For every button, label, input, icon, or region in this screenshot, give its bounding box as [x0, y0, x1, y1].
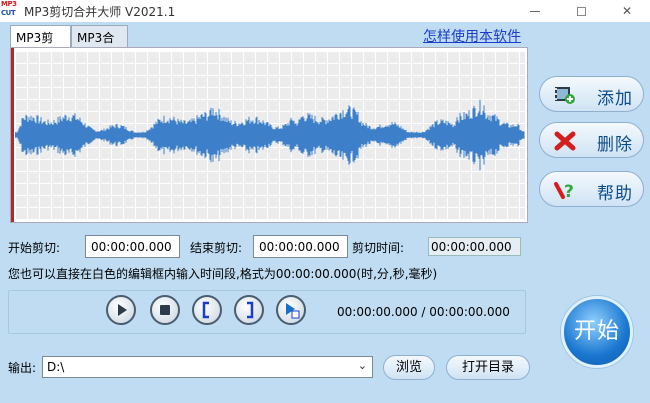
play-selection-button[interactable]: [276, 295, 306, 325]
start-button[interactable]: 开始: [561, 296, 633, 368]
maximize-icon: [576, 7, 586, 16]
help-link[interactable]: 怎样使用本软件: [423, 26, 521, 46]
minimize-button[interactable]: [512, 0, 558, 22]
cut-duration-label: 剪切时间:: [352, 241, 405, 255]
delete-button[interactable]: 删除: [539, 122, 644, 158]
stop-button[interactable]: [150, 295, 180, 325]
mark-end-icon: [247, 301, 254, 319]
open-directory-button[interactable]: 打开目录: [446, 355, 530, 380]
add-button[interactable]: 添加: [539, 76, 644, 112]
waveform-panel[interactable]: [10, 47, 528, 223]
time-format-hint: 您也可以直接在白色的编辑框内输入时间段,格式为00:00:00.000(时,分,…: [8, 267, 438, 281]
output-label: 输出:: [8, 361, 37, 375]
end-cut-label: 结束剪切:: [190, 241, 243, 255]
tab-mp3-merge[interactable]: MP3合并: [71, 25, 128, 62]
play-icon: [118, 304, 127, 316]
play-selection-icon: [286, 303, 300, 319]
tab-mp3-cut[interactable]: MP3剪切: [10, 25, 71, 62]
playhead-cursor[interactable]: [11, 48, 14, 222]
play-button[interactable]: [106, 295, 136, 325]
playback-time-display: 00:00:00.000 / 00:00:00.000: [337, 305, 510, 319]
film-add-icon: [555, 87, 575, 104]
app-logo-icon: MP3 CUT: [1, 0, 17, 17]
question-icon: ?: [554, 182, 574, 200]
mark-end-button[interactable]: [234, 295, 264, 325]
waveform: [15, 99, 525, 171]
close-icon: ✕: [621, 4, 633, 18]
waveform-path: [15, 99, 525, 171]
minimize-icon: [530, 11, 540, 12]
mark-start-button[interactable]: [192, 295, 222, 325]
close-button[interactable]: ✕: [604, 0, 650, 22]
start-cut-label: 开始剪切:: [8, 241, 61, 255]
browse-button[interactable]: 浏览: [383, 355, 435, 380]
output-path-select[interactable]: D:\ ⌄: [42, 356, 373, 378]
end-cut-input[interactable]: 00:00:00.000: [253, 235, 348, 258]
chevron-down-icon[interactable]: ⌄: [358, 359, 367, 372]
output-path-value: D:\: [47, 360, 65, 374]
mark-start-icon: [202, 301, 209, 319]
red-x-icon: [554, 131, 576, 151]
cut-duration-value: 00:00:00.000: [428, 237, 521, 256]
maximize-button[interactable]: [558, 0, 604, 22]
title-bar: MP3 CUT MP3剪切合并大师 V2021.1 ✕: [0, 0, 650, 22]
start-cut-input[interactable]: 00:00:00.000: [85, 235, 180, 258]
stop-icon: [160, 305, 170, 315]
svg-text:?: ?: [564, 182, 574, 200]
window-title: MP3剪切合并大师 V2021.1: [24, 5, 176, 19]
help-button[interactable]: ? 帮助: [539, 171, 644, 207]
